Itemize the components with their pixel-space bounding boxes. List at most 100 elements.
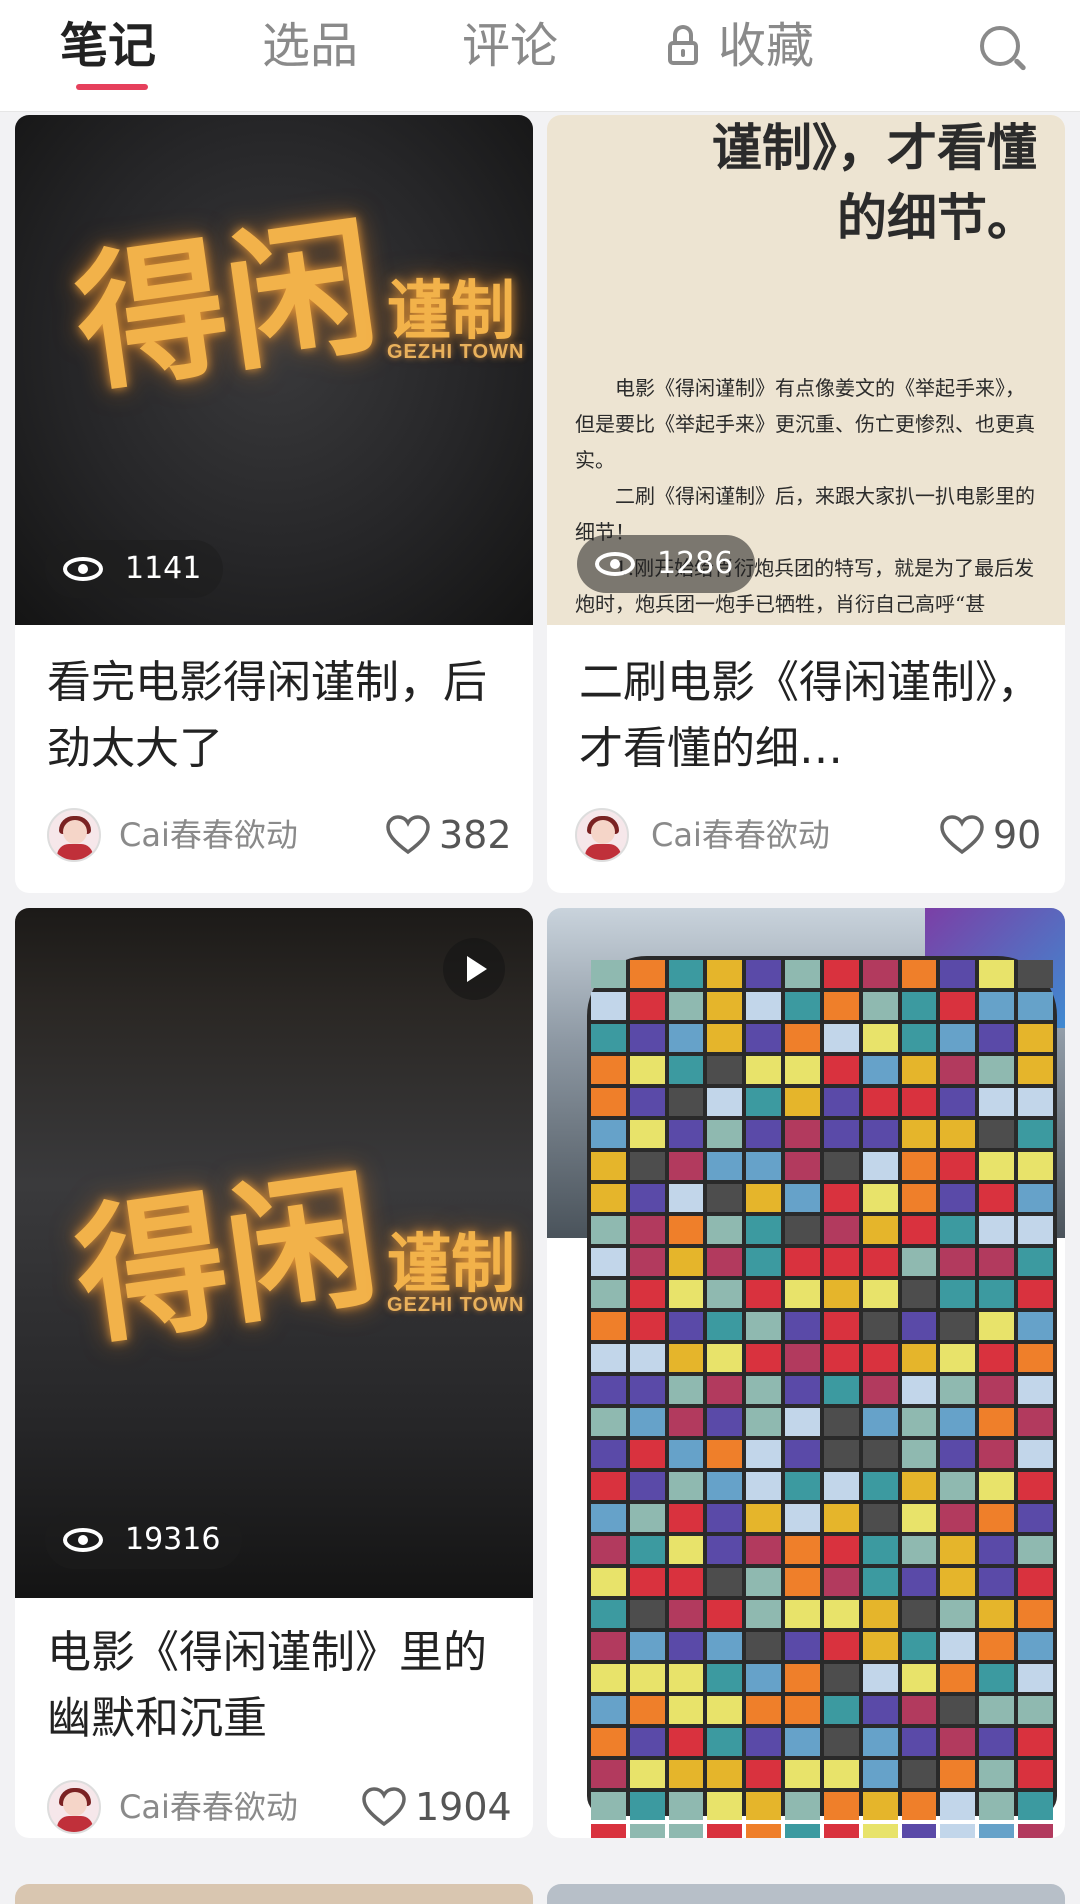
mosaic-tile: [746, 1504, 782, 1532]
like-button[interactable]: 1904: [361, 1785, 512, 1830]
movie-logo-title: 谨制: [387, 274, 515, 349]
tab-comments[interactable]: 评论: [462, 14, 558, 78]
note-card[interactable]: 得闲 谨制 GEZHI TOWN 19316 电影《得闲谨制》里的幽默和沉重 C…: [15, 908, 533, 1838]
search-icon[interactable]: [980, 26, 1027, 76]
note-title[interactable]: 看完电影得闲谨制，后劲太大了: [47, 650, 509, 782]
mosaic-tile: [746, 1632, 782, 1660]
mosaic-tile: [668, 1120, 704, 1148]
mosaic-tile: [823, 1312, 859, 1340]
note-card[interactable]: [15, 1884, 533, 1904]
mosaic-tile: [629, 1344, 665, 1372]
tab-products[interactable]: 选品: [262, 14, 358, 78]
mosaic-tile: [823, 1280, 859, 1308]
mosaic-tile: [591, 1824, 626, 1838]
like-button[interactable]: 382: [385, 813, 512, 858]
mosaic-tile: [668, 1536, 704, 1564]
mosaic-tile: [785, 1152, 820, 1180]
mosaic-tile: [668, 1088, 704, 1116]
tab-notes[interactable]: 笔记: [60, 14, 156, 78]
mosaic-tile: [940, 1312, 976, 1340]
mosaic-tile: [940, 1088, 976, 1116]
mosaic-tile: [901, 1344, 937, 1372]
note-card[interactable]: 得闲 谨制 GEZHI TOWN 1141 看完电影得闲谨制，后劲太大了 Cai…: [15, 115, 533, 893]
mosaic-tile: [668, 992, 704, 1020]
mosaic-tile: [1018, 1344, 1053, 1372]
mosaic-tile: [629, 1280, 665, 1308]
mosaic-tile: [901, 1376, 937, 1404]
tab-favorites[interactable]: 收藏: [668, 14, 814, 78]
mosaic-tile: [707, 960, 743, 988]
note-card[interactable]: [547, 1884, 1065, 1904]
mosaic-tile: [668, 1408, 704, 1436]
mosaic-tile: [901, 1024, 937, 1052]
mosaic-tile: [591, 1280, 626, 1308]
mosaic-tile: [591, 1664, 626, 1692]
avatar[interactable]: [575, 808, 629, 862]
author-name[interactable]: Cai春春欲动: [651, 813, 830, 857]
mosaic-tile: [785, 1248, 820, 1276]
mosaic-tile: [862, 1120, 898, 1148]
mosaic-tile: [823, 1472, 859, 1500]
mosaic-tile: [979, 1472, 1015, 1500]
mosaic-tile: [785, 1056, 820, 1084]
mosaic-tile: [591, 1120, 626, 1148]
mosaic-tile: [940, 1632, 976, 1660]
mosaic-tile: [823, 1408, 859, 1436]
movie-logo-english: GEZHI TOWN: [387, 1294, 525, 1316]
mosaic-tile: [940, 1824, 976, 1838]
active-tab-indicator: [76, 84, 148, 90]
mosaic-tile: [785, 1088, 820, 1116]
mosaic-tile: [901, 1728, 937, 1756]
mosaic-tile: [629, 1760, 665, 1788]
mosaic-tile: [591, 1600, 626, 1628]
note-card[interactable]: 谨制》，才看懂 的细节。 电影《得闲谨制》有点像姜文的《举起手来》，但是要比《举…: [547, 115, 1065, 893]
mosaic-tile: [707, 1024, 743, 1052]
mosaic-tile: [746, 1280, 782, 1308]
mosaic-tile: [979, 1632, 1015, 1660]
mosaic-tile: [629, 1184, 665, 1212]
mosaic-tile: [707, 1760, 743, 1788]
note-card[interactable]: [547, 908, 1065, 1838]
mosaic-tile: [785, 1728, 820, 1756]
mosaic-tile: [862, 1408, 898, 1436]
avatar[interactable]: [47, 1780, 101, 1834]
avatar[interactable]: [47, 808, 101, 862]
note-title[interactable]: 电影《得闲谨制》里的幽默和沉重: [47, 1620, 509, 1752]
mosaic-tile: [823, 1696, 859, 1724]
mosaic-tile: [823, 1536, 859, 1564]
mosaic-tile: [862, 1824, 898, 1838]
mosaic-tile: [1018, 1312, 1053, 1340]
mosaic-tile: [668, 1600, 704, 1628]
mosaic-tile: [862, 960, 898, 988]
mosaic-tile: [901, 1248, 937, 1276]
mosaic-tile: [901, 1088, 937, 1116]
mosaic-tile: [629, 1792, 665, 1820]
mosaic-tile: [629, 1600, 665, 1628]
view-count: 1141: [125, 551, 202, 586]
mosaic-tile: [629, 1696, 665, 1724]
author-name[interactable]: Cai春春欲动: [119, 1785, 298, 1829]
mosaic-tile: [979, 1504, 1015, 1532]
like-button[interactable]: 90: [939, 813, 1041, 858]
mosaic-tile: [1018, 1216, 1053, 1244]
mosaic-tile: [746, 1312, 782, 1340]
mosaic-tile: [823, 1600, 859, 1628]
author-name[interactable]: Cai春春欲动: [119, 813, 298, 857]
mosaic-tile: [979, 1536, 1015, 1564]
mosaic-tile: [668, 1152, 704, 1180]
mosaic-tile: [591, 1760, 626, 1788]
mosaic-tile: [629, 1376, 665, 1404]
mosaic-tile: [668, 1312, 704, 1340]
mosaic-tile: [979, 1248, 1015, 1276]
cover-heading-line: 谨制》，才看懂: [712, 118, 1037, 177]
mosaic-tile: [785, 1568, 820, 1596]
privacy-mosaic-overlay: [587, 956, 1057, 1838]
note-title[interactable]: 二刷电影《得闲谨制》，才看懂的细…: [579, 650, 1041, 782]
video-play-icon[interactable]: [443, 938, 505, 1000]
mosaic-tile: [862, 992, 898, 1020]
mosaic-tile: [940, 1120, 976, 1148]
mosaic-tile: [785, 1344, 820, 1372]
mosaic-tile: [823, 1664, 859, 1692]
tab-favorites-label: 收藏: [718, 18, 815, 74]
mosaic-tile: [707, 1184, 743, 1212]
